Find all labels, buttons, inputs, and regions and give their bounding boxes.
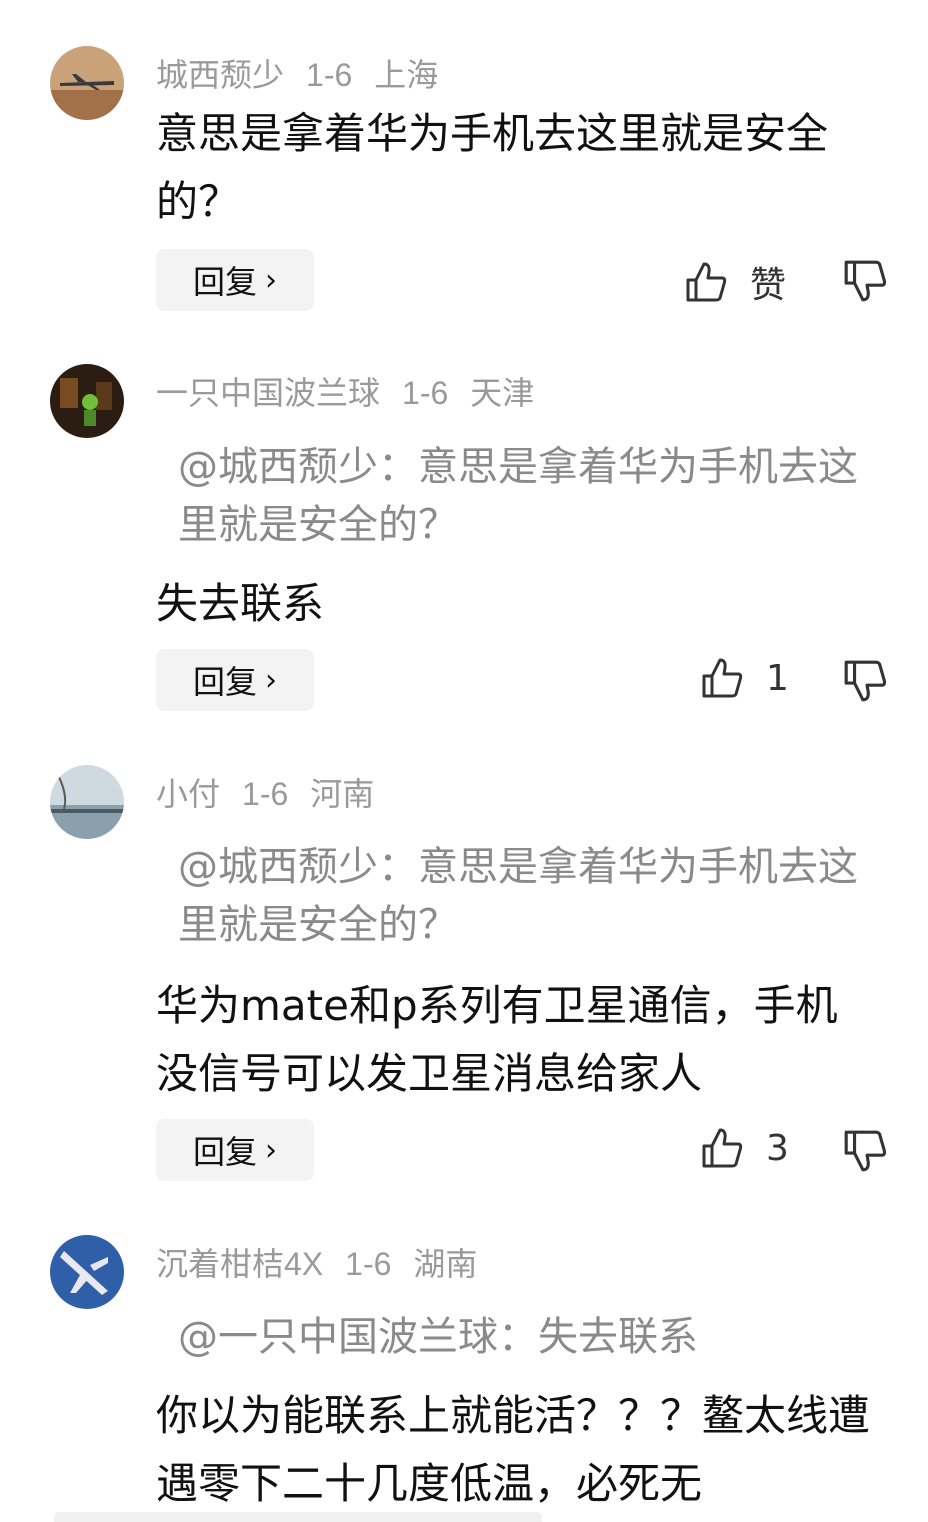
quoted-reply[interactable]: @城西颓少：意思是拿着华为手机去这里就是安全的？ (178, 438, 868, 554)
comment-text: 意思是拿着华为手机去这里就是安全的？ (156, 109, 829, 226)
reply-label: 回复 (192, 1133, 257, 1171)
thumbs-up-icon (686, 262, 727, 302)
reply-button[interactable]: 回复 › (156, 249, 314, 311)
reply-label: 回复 (192, 663, 257, 701)
quoted-reply[interactable]: @城西颓少：意思是拿着华为手机去这里就是安全的？ (178, 838, 868, 954)
comment-location: 天津 (470, 375, 535, 411)
quoted-reply[interactable]: @一只中国波兰球：失去联系 (178, 1308, 868, 1366)
comment-location: 湖南 (413, 1246, 478, 1282)
like-count: 3 (766, 1127, 789, 1169)
like-label: 赞 (750, 265, 787, 306)
comment-text: 华为mate和p系列有卫星通信，手机没信号可以发卫星消息给家人 (156, 981, 838, 1098)
thumbs-down-icon[interactable] (842, 658, 888, 704)
avatar[interactable] (50, 46, 124, 120)
thumbs-down-icon[interactable] (842, 1128, 888, 1174)
bottom-bar (54, 1512, 542, 1522)
comment-meta: 城西颓少 1-6 上海 (156, 50, 460, 96)
thumbs-up-icon (702, 658, 743, 698)
comment-location: 上海 (374, 57, 439, 93)
username[interactable]: 一只中国波兰球 (156, 375, 380, 411)
thumbs-up-icon (702, 1128, 743, 1168)
like-button[interactable]: 3 (700, 1126, 789, 1170)
chevron-right-icon: › (265, 262, 277, 298)
comment-text: 你以为能联系上就能活？？？鳌太线遭遇零下二十几度低温，必死无 (156, 1391, 871, 1508)
reply-button[interactable]: 回复 › (156, 1119, 314, 1181)
reply-button[interactable]: 回复 › (156, 649, 314, 711)
comment-location: 河南 (310, 776, 375, 812)
avatar[interactable] (50, 765, 124, 839)
username[interactable]: 沉着柑桔4X (156, 1246, 323, 1282)
like-count: 1 (766, 657, 789, 699)
username[interactable]: 小付 (156, 776, 220, 812)
avatar[interactable] (50, 364, 124, 438)
comment-date: 1-6 (402, 375, 449, 411)
comment-meta: 一只中国波兰球 1-6 天津 (156, 368, 556, 414)
reply-label: 回复 (192, 263, 257, 301)
chevron-right-icon: › (265, 662, 277, 698)
chevron-right-icon: › (265, 1132, 277, 1168)
comment-text: 失去联系 (156, 579, 325, 628)
thumbs-down-icon[interactable] (842, 258, 888, 304)
avatar[interactable] (50, 1235, 124, 1309)
like-button[interactable]: 赞 (684, 256, 786, 308)
comment-date: 1-6 (345, 1246, 392, 1282)
comment-meta: 小付 1-6 河南 (156, 769, 396, 815)
comment-date: 1-6 (306, 57, 353, 93)
comment-meta: 沉着柑桔4X 1-6 湖南 (156, 1239, 499, 1285)
username[interactable]: 城西颓少 (156, 57, 284, 93)
comment-date: 1-6 (242, 776, 289, 812)
like-button[interactable]: 1 (700, 656, 789, 700)
